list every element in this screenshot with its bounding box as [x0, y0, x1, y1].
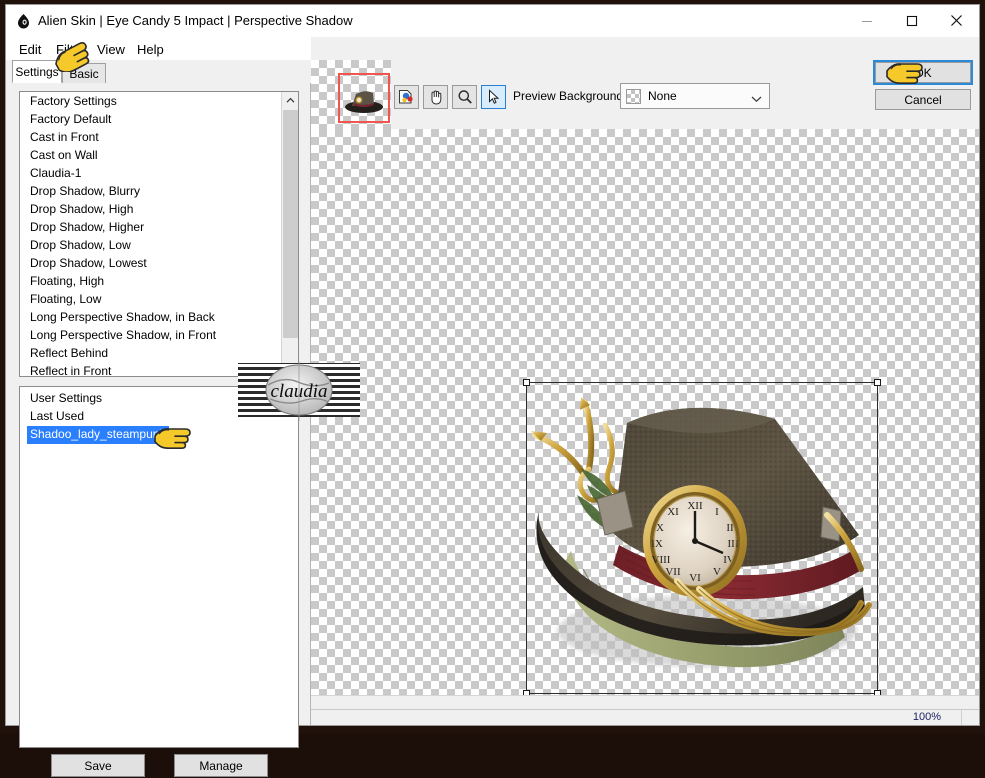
menu-help[interactable]: Help — [132, 41, 169, 58]
eyecandy-drop-icon — [15, 13, 32, 30]
list-item[interactable]: Floating, Low — [20, 291, 281, 309]
minimize-button[interactable] — [844, 5, 889, 36]
zoom-magnifier-icon[interactable] — [452, 85, 477, 109]
manage-button-label: Manage — [199, 758, 243, 773]
factory-settings-listbox[interactable]: Factory Settings Factory Default Cast in … — [19, 91, 299, 377]
preview-background-value: None — [648, 89, 677, 103]
window-inner-frame: Alien Skin | Eye Candy 5 Impact | Perspe… — [5, 4, 980, 777]
hand-pan-icon[interactable] — [423, 85, 448, 109]
list-item-selected-label: Shadoo_lady_steampunk — [27, 426, 170, 444]
title-bar: Alien Skin | Eye Candy 5 Impact | Perspe… — [6, 5, 979, 37]
factory-settings-group-label: Factory Settings — [30, 94, 117, 108]
menu-view[interactable]: View — [92, 41, 130, 58]
list-item[interactable]: Claudia-1 — [20, 165, 281, 183]
list-item[interactable]: Long Perspective Shadow, in Back — [20, 309, 281, 327]
manage-button[interactable]: Manage — [174, 754, 268, 777]
list-item[interactable]: Drop Shadow, Low — [20, 237, 281, 255]
settings-panel: Factory Settings Factory Default Cast in … — [6, 83, 360, 777]
cancel-button[interactable]: Cancel — [875, 89, 971, 110]
window-title: Alien Skin | Eye Candy 5 Impact | Perspe… — [38, 13, 353, 28]
preview-background-label: Preview Background: — [513, 89, 627, 103]
preview-toolbar: Preview Background: None OK Cancel — [311, 37, 979, 130]
pointer-cursor-ok-button — [884, 57, 926, 88]
navigator-thumbnail[interactable] — [311, 60, 391, 130]
list-item[interactable]: Floating, High — [20, 273, 281, 291]
list-item[interactable]: Cast in Front — [20, 129, 281, 147]
factory-settings-items: Factory Default Cast in Front Cast on Wall… — [20, 111, 281, 376]
application-window: Alien Skin | Eye Candy 5 Impact | Perspe… — [0, 0, 985, 777]
factory-settings-scroll-area: Factory Settings Factory Default Cast in … — [20, 92, 281, 376]
menu-edit[interactable]: Edit — [14, 41, 46, 58]
save-button-label: Save — [84, 758, 112, 773]
list-item[interactable]: Drop Shadow, Blurry — [20, 183, 281, 201]
canvas-horizontal-scrollbar[interactable] — [311, 695, 979, 709]
resize-handle-top-right[interactable] — [874, 379, 881, 386]
scroll-up-chevron-icon[interactable] — [282, 92, 298, 109]
settings-button-row: Save Manage — [19, 754, 299, 778]
list-item[interactable]: Long Perspective Shadow, in Front — [20, 327, 281, 345]
list-item[interactable]: Factory Default — [20, 111, 281, 129]
preview-pane: Preview Background: None OK Cancel XII I… — [311, 37, 979, 725]
selection-marquee[interactable] — [523, 379, 881, 695]
list-item[interactable]: Drop Shadow, Higher — [20, 219, 281, 237]
chevron-down-icon[interactable] — [751, 92, 762, 106]
pointer-cursor-filter-menu — [50, 40, 92, 75]
zoom-level: 100% — [912, 711, 941, 723]
cancel-button-label: Cancel — [904, 92, 942, 107]
preview-background-swatch — [626, 88, 641, 104]
preview-background-select[interactable]: None — [620, 83, 770, 109]
claudia-watermark: claudia — [238, 361, 360, 421]
navigator-thumbnail-image — [343, 87, 385, 113]
scrollbar-thumb[interactable] — [283, 110, 298, 338]
list-item[interactable]: Drop Shadow, Lowest — [20, 255, 281, 273]
preview-tool-buttons — [394, 85, 506, 109]
save-button[interactable]: Save — [51, 754, 145, 777]
list-item-label: Last Used — [30, 409, 85, 423]
preview-canvas[interactable]: XII I II III IV V VI VII VIII IX X XI — [311, 129, 979, 695]
window-controls — [844, 5, 979, 37]
status-divider — [961, 710, 962, 725]
maximize-button[interactable] — [889, 5, 934, 36]
close-button[interactable] — [934, 5, 979, 36]
navigator-color-icon[interactable] — [394, 85, 419, 109]
factory-settings-scrollbar[interactable] — [281, 92, 298, 376]
list-item[interactable]: Cast on Wall — [20, 147, 281, 165]
pointer-cursor-user-setting — [152, 422, 194, 453]
list-item[interactable]: Drop Shadow, High — [20, 201, 281, 219]
status-bar: 100% — [311, 709, 979, 725]
arrow-select-icon[interactable] — [481, 85, 506, 109]
resize-handle-top-left[interactable] — [523, 379, 530, 386]
